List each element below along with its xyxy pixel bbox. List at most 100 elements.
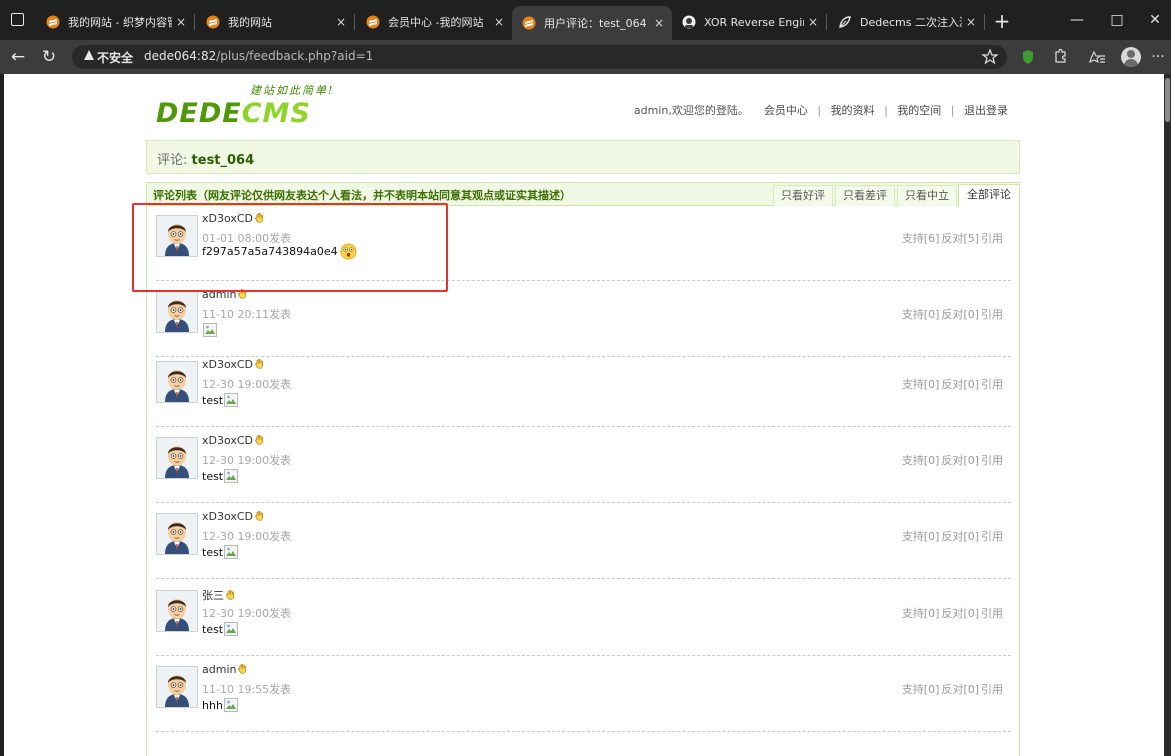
my-space-link[interactable]: 我的空间 <box>897 104 941 117</box>
new-tab-button[interactable]: + <box>990 9 1014 33</box>
hand-raise-icon <box>238 663 247 674</box>
quote-link[interactable]: 引用 <box>981 308 1003 321</box>
comment-text: test <box>202 393 224 407</box>
user-avatar[interactable] <box>156 513 198 555</box>
support-link[interactable]: 支持[6] <box>902 232 940 245</box>
support-link[interactable]: 支持[0] <box>902 308 940 321</box>
comment-username[interactable]: 张三 <box>202 589 224 602</box>
comment-username[interactable]: admin <box>202 663 236 676</box>
profile-avatar[interactable] <box>1121 47 1141 67</box>
comment-username[interactable]: xD3oxCD <box>202 510 253 523</box>
tab-actions-button[interactable] <box>0 0 34 40</box>
not-secure-warning-icon <box>84 50 94 60</box>
logout-link[interactable]: 退出登录 <box>964 104 1008 117</box>
url-host: dede064:82 <box>144 49 217 63</box>
comment-username[interactable]: xD3oxCD <box>202 358 253 371</box>
comment-actions: 支持[0] 反对[0] 引用 <box>900 306 1003 322</box>
support-link[interactable]: 支持[0] <box>902 607 940 620</box>
tab-separator <box>194 14 195 30</box>
url-text[interactable]: dede064:82/plus/feedback.php?aid=1 <box>144 49 373 63</box>
tab-dedecms-admin[interactable]: 我的网站 - 织梦内容管 × <box>36 8 195 36</box>
reload-button[interactable]: ↻ <box>37 45 61 69</box>
user-avatar[interactable] <box>156 291 198 333</box>
my-profile-link[interactable]: 我的资料 <box>831 104 875 117</box>
article-title-bar: 评论: test_064 <box>146 140 1020 174</box>
quote-link[interactable]: 引用 <box>981 683 1003 696</box>
filter-tab-neutral[interactable]: 只看中立 <box>897 185 957 206</box>
logo-dede: DEDE <box>156 98 242 129</box>
quote-link[interactable]: 引用 <box>981 607 1003 620</box>
more-menu-icon[interactable]: ··· <box>1149 47 1167 67</box>
minimize-button[interactable]: — <box>1057 8 1097 32</box>
dedecms-favicon-icon <box>206 15 220 29</box>
tab-close-icon[interactable]: × <box>332 15 350 29</box>
dedecms-favicon-icon <box>366 15 380 29</box>
comment-user: xD3oxCD <box>202 434 265 447</box>
tab-label: 会员中心 -我的网站 <box>388 16 484 29</box>
tab-user-comments[interactable]: 用户评论：test_064 × <box>512 6 672 40</box>
page-scrollbar[interactable] <box>1164 74 1171 756</box>
favorites-list-icon[interactable] <box>1087 47 1107 67</box>
hand-raise-icon <box>255 358 263 369</box>
support-link[interactable]: 支持[0] <box>902 530 940 543</box>
hand-raise-icon <box>255 434 263 445</box>
oppose-link[interactable]: 反对[0] <box>941 378 979 391</box>
quote-link[interactable]: 引用 <box>981 454 1003 467</box>
user-avatar[interactable] <box>156 437 198 479</box>
extension-shield-icon[interactable] <box>1018 47 1038 67</box>
quote-link[interactable]: 引用 <box>981 232 1003 245</box>
quote-link[interactable]: 引用 <box>981 530 1003 543</box>
maximize-button[interactable]: □ <box>1097 8 1137 32</box>
dedecms-favicon-icon <box>522 16 536 30</box>
comment-divider <box>156 731 1011 732</box>
tab-close-icon[interactable]: × <box>650 16 668 30</box>
comment-username[interactable]: xD3oxCD <box>202 434 253 447</box>
filter-tab-positive[interactable]: 只看好评 <box>773 185 833 206</box>
support-link[interactable]: 支持[0] <box>902 683 940 696</box>
comment-divider <box>156 578 1011 579</box>
filter-tab-negative[interactable]: 只看差评 <box>835 185 895 206</box>
user-avatar[interactable] <box>156 361 198 403</box>
oppose-link[interactable]: 反对[0] <box>941 454 979 467</box>
scrollbar-thumb[interactable] <box>1165 78 1170 122</box>
dedecms-logo[interactable]: 建站如此简单! DEDECMS <box>156 80 356 132</box>
tab-my-site[interactable]: 我的网站 × <box>196 8 355 36</box>
tab-xor-reverse[interactable]: XOR Reverse Enginee × <box>672 8 827 36</box>
support-link[interactable]: 支持[0] <box>902 378 940 391</box>
filter-tab-all[interactable]: 全部评论 <box>958 184 1020 207</box>
tab-close-icon[interactable]: × <box>962 15 980 29</box>
default-avatar-icon <box>157 667 197 707</box>
oppose-link[interactable]: 反对[0] <box>941 607 979 620</box>
user-avatar[interactable] <box>156 666 198 708</box>
dedecms-favicon-icon <box>46 15 60 29</box>
comment-content: test <box>202 622 239 636</box>
comment-content: hhh <box>202 698 238 712</box>
profile-head-shape <box>1127 50 1135 58</box>
tab-member-center[interactable]: 会员中心 -我的网站 × <box>356 8 512 36</box>
tab-close-icon[interactable]: × <box>490 15 508 29</box>
comment-content: test <box>202 469 239 483</box>
comment-time: 11-10 20:11发表 <box>202 308 292 321</box>
oppose-link[interactable]: 反对[0] <box>941 683 979 696</box>
close-window-button[interactable]: ✕ <box>1135 8 1171 32</box>
oppose-link[interactable]: 反对[0] <box>941 308 979 321</box>
favorite-star-icon[interactable] <box>980 47 1000 67</box>
security-indicator[interactable]: 不安全 <box>97 49 133 66</box>
support-link[interactable]: 支持[0] <box>902 454 940 467</box>
tab-dedecms-injection[interactable]: Dedecms 二次注入漏 × <box>828 8 985 36</box>
oppose-link[interactable]: 反对[5] <box>941 232 979 245</box>
comment-actions: 支持[0] 反对[0] 引用 <box>900 605 1003 621</box>
quote-link[interactable]: 引用 <box>981 378 1003 391</box>
logo-slogan: 建站如此简单! <box>250 84 335 97</box>
oppose-link[interactable]: 反对[0] <box>941 530 979 543</box>
user-avatar[interactable] <box>156 590 198 632</box>
default-avatar-icon <box>157 591 197 631</box>
member-center-link[interactable]: 会员中心 <box>764 104 808 117</box>
comment-text: hhh <box>202 698 223 712</box>
back-button[interactable]: ← <box>6 45 30 69</box>
tab-close-icon[interactable]: × <box>804 15 822 29</box>
extensions-puzzle-icon[interactable] <box>1050 47 1070 67</box>
user-nav: admin,欢迎您的登陆。 会员中心 | 我的资料 | 我的空间 | 退出登录 <box>634 102 1008 118</box>
tab-close-icon[interactable]: × <box>172 15 190 29</box>
title-value[interactable]: test_064 <box>192 153 255 168</box>
